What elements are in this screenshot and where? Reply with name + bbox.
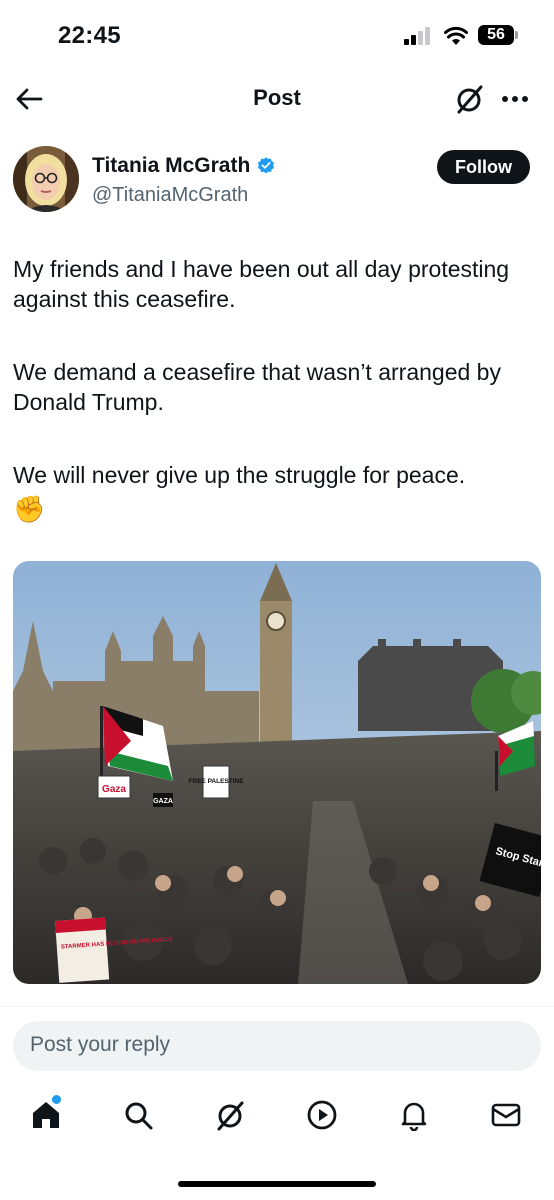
battery-cap bbox=[515, 31, 518, 39]
raised-fist-emoji: ✊ bbox=[13, 494, 46, 524]
tab-grok[interactable] bbox=[213, 1098, 247, 1132]
tab-messages[interactable] bbox=[489, 1098, 523, 1132]
battery-icon: 56 bbox=[478, 25, 514, 45]
tab-notifications[interactable] bbox=[397, 1098, 431, 1132]
post-paragraph: My friends and I have been out all day p… bbox=[13, 256, 510, 312]
post-paragraph: We demand a ceasefire that wasn’t arrang… bbox=[13, 359, 501, 415]
status-time: 22:45 bbox=[58, 22, 121, 49]
protest-photo: Gaza FREE PALESTINE GAZA Stop Starving G… bbox=[13, 561, 541, 984]
sign-text: FREE PALESTINE bbox=[188, 778, 244, 785]
tab-video[interactable] bbox=[305, 1098, 339, 1132]
home-notification-dot bbox=[52, 1095, 61, 1104]
grok-icon bbox=[217, 1101, 244, 1131]
notifications-icon bbox=[401, 1102, 427, 1131]
messages-icon bbox=[491, 1103, 521, 1127]
post-header: Post bbox=[0, 70, 554, 126]
status-bar: 22:45 56 bbox=[0, 0, 554, 70]
tab-search[interactable] bbox=[121, 1098, 155, 1132]
sign-text: Gaza bbox=[102, 784, 126, 795]
video-icon bbox=[307, 1100, 337, 1130]
battery-level: 56 bbox=[487, 26, 505, 43]
follow-button[interactable]: Follow bbox=[437, 150, 530, 184]
divider bbox=[0, 1006, 554, 1007]
home-indicator[interactable] bbox=[178, 1181, 376, 1187]
avatar[interactable] bbox=[13, 146, 79, 212]
search-icon bbox=[125, 1102, 153, 1130]
grok-button[interactable] bbox=[452, 82, 486, 116]
reply-input[interactable]: Post your reply bbox=[13, 1021, 541, 1071]
author-handle[interactable]: @TitaniaMcGrath bbox=[92, 184, 248, 207]
post-paragraph: We will never give up the struggle for p… bbox=[13, 462, 466, 488]
grok-icon bbox=[457, 85, 483, 114]
author-name[interactable]: Titania McGrath bbox=[92, 154, 276, 178]
verified-badge-icon bbox=[258, 157, 275, 174]
avatar-image bbox=[13, 146, 79, 212]
bottom-tab-bar bbox=[0, 1090, 554, 1146]
cellular-signal-icon bbox=[404, 27, 434, 45]
post-media-image[interactable]: Gaza FREE PALESTINE GAZA Stop Starving G… bbox=[13, 561, 541, 984]
more-icon bbox=[502, 96, 528, 102]
sign-text: GAZA bbox=[153, 798, 173, 805]
post-author: Titania McGrath @TitaniaMcGrath Follow bbox=[0, 146, 554, 216]
post-text: My friends and I have been out all day p… bbox=[13, 254, 533, 524]
reply-placeholder: Post your reply bbox=[30, 1033, 171, 1056]
author-display-name: Titania McGrath bbox=[92, 154, 251, 177]
wifi-icon bbox=[444, 26, 468, 45]
more-options-button[interactable] bbox=[498, 82, 532, 116]
